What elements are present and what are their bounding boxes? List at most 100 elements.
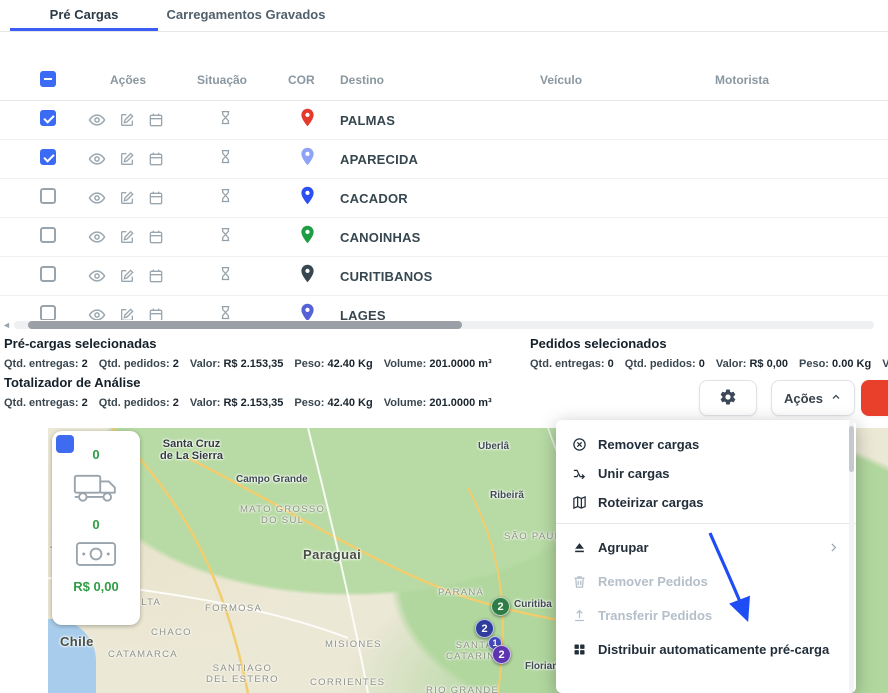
scroll-left-arrow-icon[interactable]: ◄ bbox=[2, 320, 11, 330]
hourglass-icon bbox=[218, 265, 233, 287]
card-count-mid: 0 bbox=[92, 517, 99, 532]
edit-icon[interactable] bbox=[119, 229, 135, 245]
stat: Valor: R$ 0,00 bbox=[716, 358, 788, 370]
summary-left: Pré-cargas selecionadas Qtd. entregas: 2… bbox=[4, 334, 529, 414]
select-all-checkbox[interactable] bbox=[40, 71, 56, 87]
view-icon[interactable] bbox=[88, 267, 106, 285]
precargas-title: Pré-cargas selecionadas bbox=[4, 336, 529, 351]
edit-icon[interactable] bbox=[119, 112, 135, 128]
view-icon[interactable] bbox=[88, 228, 106, 246]
chevron-right-icon bbox=[827, 541, 840, 554]
view-icon[interactable] bbox=[88, 189, 106, 207]
menu-item-transferir-pedidos[interactable]: Transferir Pedidos bbox=[556, 598, 856, 632]
destination-pin-icon bbox=[300, 303, 315, 320]
destino-cell: PALMAS bbox=[332, 113, 530, 128]
destination-pin-icon bbox=[300, 108, 315, 132]
stat: Peso: 0.00 Kg bbox=[799, 358, 871, 370]
menu-item-roteirizar-cargas[interactable]: Roteirizar cargas bbox=[556, 488, 856, 517]
hourglass-icon bbox=[218, 226, 233, 248]
destino-cell: CANOINHAS bbox=[332, 230, 530, 245]
settings-button[interactable] bbox=[699, 380, 757, 416]
edit-icon[interactable] bbox=[119, 151, 135, 167]
stat: Qtd. entregas: 2 bbox=[4, 358, 88, 370]
destination-pin-icon bbox=[300, 225, 315, 249]
menu-item-label: Distribuir automaticamente pré-carga bbox=[598, 642, 829, 657]
stat: Peso: 42.40 Kg bbox=[294, 358, 372, 370]
stat: Qtd. pedidos: 2 bbox=[99, 397, 179, 409]
column-header-situacao: Situação bbox=[184, 73, 276, 87]
row-checkbox[interactable] bbox=[40, 149, 56, 165]
edit-icon[interactable] bbox=[119, 268, 135, 284]
map-label: SÃO PAUL bbox=[504, 531, 561, 542]
map-cluster-marker[interactable]: 2 bbox=[491, 597, 510, 616]
column-header-motorista: Motorista bbox=[708, 73, 858, 87]
row-checkbox[interactable] bbox=[40, 188, 56, 204]
truck-icon bbox=[73, 472, 119, 509]
calendar-icon[interactable] bbox=[148, 190, 164, 206]
merge-icon bbox=[572, 466, 587, 481]
stat: Valor: R$ 2.153,35 bbox=[190, 358, 284, 370]
menu-item-label: Roteirizar cargas bbox=[598, 495, 704, 510]
remove-circle-icon bbox=[572, 437, 587, 452]
map-cluster-marker[interactable]: 2 bbox=[475, 619, 494, 638]
map-summary-card: 0 0 R$ 0,00 bbox=[52, 431, 140, 625]
stat: Volume: bbox=[882, 358, 888, 370]
view-icon[interactable] bbox=[88, 306, 106, 320]
acoes-button[interactable]: Ações bbox=[771, 380, 855, 416]
destino-cell: CURITIBANOS bbox=[332, 269, 530, 284]
row-checkbox[interactable] bbox=[40, 305, 56, 321]
table-row: APARECIDA bbox=[0, 140, 888, 179]
horizontal-scrollbar[interactable] bbox=[14, 321, 874, 329]
view-icon[interactable] bbox=[88, 111, 106, 129]
app-root: Pré Cargas Carregamentos Gravados Ações … bbox=[0, 0, 888, 693]
gear-icon bbox=[719, 388, 737, 409]
row-checkbox[interactable] bbox=[40, 110, 56, 126]
menu-item-remover-cargas[interactable]: Remover cargas bbox=[556, 430, 856, 459]
calendar-icon[interactable] bbox=[148, 307, 164, 320]
stat: Volume: 201.0000 m³ bbox=[384, 358, 492, 370]
hourglass-icon bbox=[218, 304, 233, 320]
calendar-icon[interactable] bbox=[148, 151, 164, 167]
map-label: CATAMARCA bbox=[108, 649, 178, 660]
row-checkbox[interactable] bbox=[40, 227, 56, 243]
menu-scrollbar-thumb[interactable] bbox=[849, 426, 854, 472]
menu-scrollbar[interactable] bbox=[849, 420, 854, 693]
scrollbar-thumb[interactable] bbox=[28, 321, 462, 329]
edit-icon[interactable] bbox=[119, 307, 135, 320]
destino-cell: CACADOR bbox=[332, 191, 530, 206]
calendar-icon[interactable] bbox=[148, 112, 164, 128]
map-cluster-marker[interactable]: 2 bbox=[492, 645, 511, 664]
map-label: Santa Cruz de La Sierra bbox=[160, 438, 223, 462]
card-badge-icon bbox=[56, 435, 74, 453]
card-count-top: 0 bbox=[92, 447, 99, 462]
acoes-button-label: Ações bbox=[784, 391, 823, 406]
danger-button[interactable] bbox=[861, 380, 888, 416]
row-checkbox[interactable] bbox=[40, 266, 56, 282]
view-icon[interactable] bbox=[88, 150, 106, 168]
menu-item-agrupar[interactable]: Agrupar bbox=[556, 530, 856, 564]
menu-items: Remover cargas Unir cargas Roteirizar carg… bbox=[556, 420, 856, 666]
map-label: FORMOSA bbox=[205, 603, 262, 614]
map-label: SANTIAGO DEL ESTERO bbox=[206, 663, 279, 685]
summary-right: Pedidos selecionados Qtd. entregas: 0Qtd… bbox=[530, 334, 888, 375]
tab-bar: Pré Cargas Carregamentos Gravados bbox=[0, 0, 888, 32]
map-label: Paraguai bbox=[303, 547, 361, 562]
destino-cell: APARECIDA bbox=[332, 152, 530, 167]
menu-item-unir-cargas[interactable]: Unir cargas bbox=[556, 459, 856, 488]
table-row: CANOINHAS bbox=[0, 218, 888, 257]
menu-item-remover-pedidos[interactable]: Remover Pedidos bbox=[556, 564, 856, 598]
tab-pre-cargas[interactable]: Pré Cargas bbox=[10, 0, 158, 31]
calendar-icon[interactable] bbox=[148, 268, 164, 284]
table-header: Ações Situação COR Destino Veículo Motor… bbox=[0, 60, 888, 101]
menu-item-label: Remover Pedidos bbox=[598, 574, 708, 589]
column-header-cor: COR bbox=[276, 73, 332, 87]
column-header-acoes: Ações bbox=[80, 73, 184, 87]
menu-item-distribuir-automaticamente-pr-carga[interactable]: Distribuir automaticamente pré-carga bbox=[556, 632, 856, 666]
tab-carregamentos-gravados[interactable]: Carregamentos Gravados bbox=[158, 0, 334, 31]
precargas-stats: Qtd. entregas: 2Qtd. pedidos: 2Valor: R$… bbox=[4, 354, 529, 372]
edit-icon[interactable] bbox=[119, 190, 135, 206]
calendar-icon[interactable] bbox=[148, 229, 164, 245]
stat: Qtd. entregas: 2 bbox=[4, 397, 88, 409]
map-label: PARANÁ bbox=[438, 587, 484, 598]
menu-item-label: Unir cargas bbox=[598, 466, 670, 481]
